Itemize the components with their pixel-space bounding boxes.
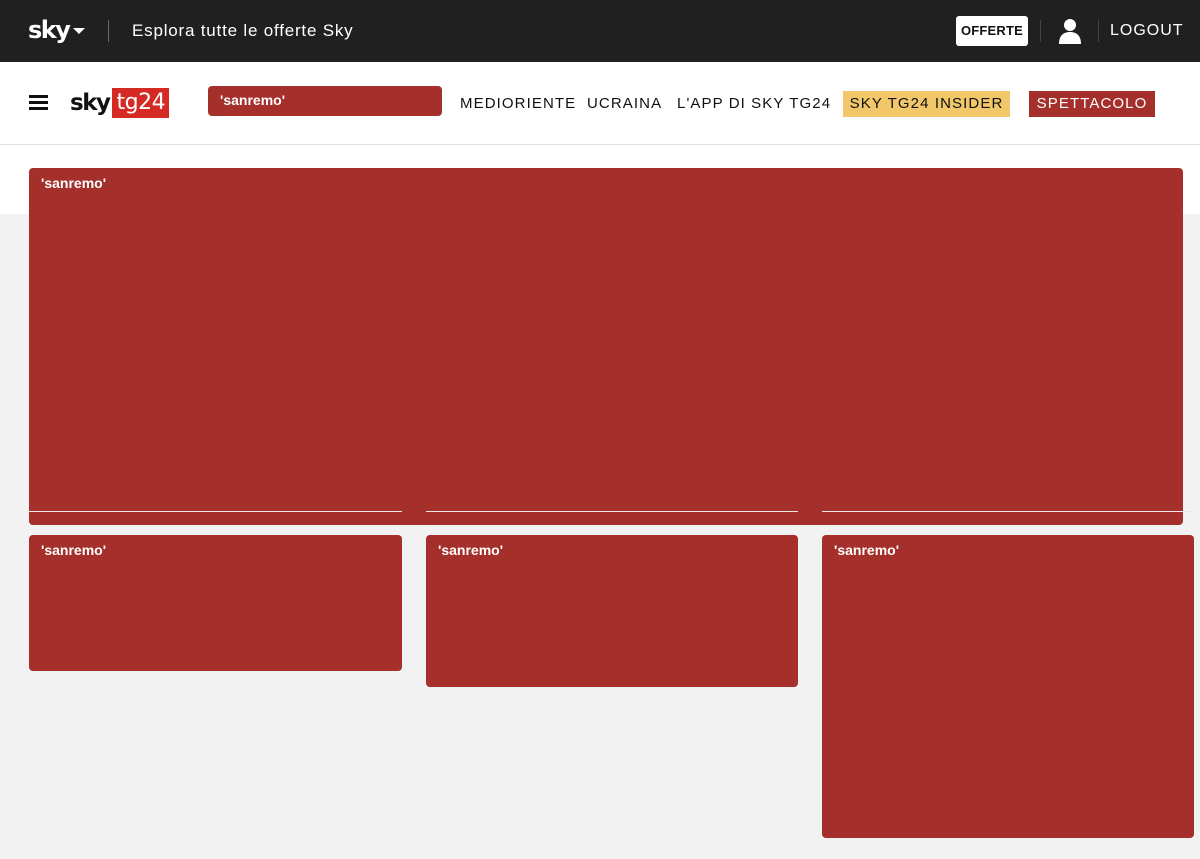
skytg24-logo[interactable]: sky tg24 [70, 88, 170, 118]
user-icon[interactable] [1058, 18, 1082, 44]
header-ad-slot[interactable]: 'sanremo' [208, 86, 442, 116]
divider [1040, 20, 1041, 42]
nav-item-app[interactable]: L'APP DI SKY TG24 [677, 94, 831, 114]
nav-item-ucraina[interactable]: UCRAINA [587, 94, 662, 114]
brand-sky-text: sky [70, 90, 111, 116]
divider [108, 20, 109, 42]
column-divider [822, 511, 1194, 512]
offers-button[interactable]: OFFERTE [956, 16, 1028, 46]
left-ad-slot[interactable]: 'sanremo' [29, 535, 402, 671]
right-ad-slot[interactable]: 'sanremo' [822, 535, 1194, 838]
column-divider [426, 511, 798, 512]
brand-tg24-text: tg24 [112, 88, 170, 118]
chevron-down-icon[interactable] [73, 28, 85, 34]
hero-ad-slot[interactable]: 'sanremo' [29, 168, 1183, 525]
hamburger-menu-icon[interactable] [29, 95, 48, 111]
nav-item-spettacolo[interactable]: SPETTACOLO [1029, 91, 1155, 117]
center-ad-slot[interactable]: 'sanremo' [426, 535, 798, 687]
nav-item-medioriente[interactable]: MEDIORIENTE [460, 94, 576, 114]
column-divider [29, 511, 402, 512]
sky-logo[interactable]: sky [28, 15, 71, 45]
nav-divider [0, 144, 1200, 145]
logout-link[interactable]: LOGOUT [1110, 20, 1184, 42]
top-bar: sky Esplora tutte le offerte Sky OFFERTE… [0, 0, 1200, 62]
nav-item-insider[interactable]: SKY TG24 INSIDER [843, 91, 1010, 117]
explore-offers-link[interactable]: Esplora tutte le offerte Sky [132, 20, 353, 42]
divider [1098, 20, 1099, 42]
